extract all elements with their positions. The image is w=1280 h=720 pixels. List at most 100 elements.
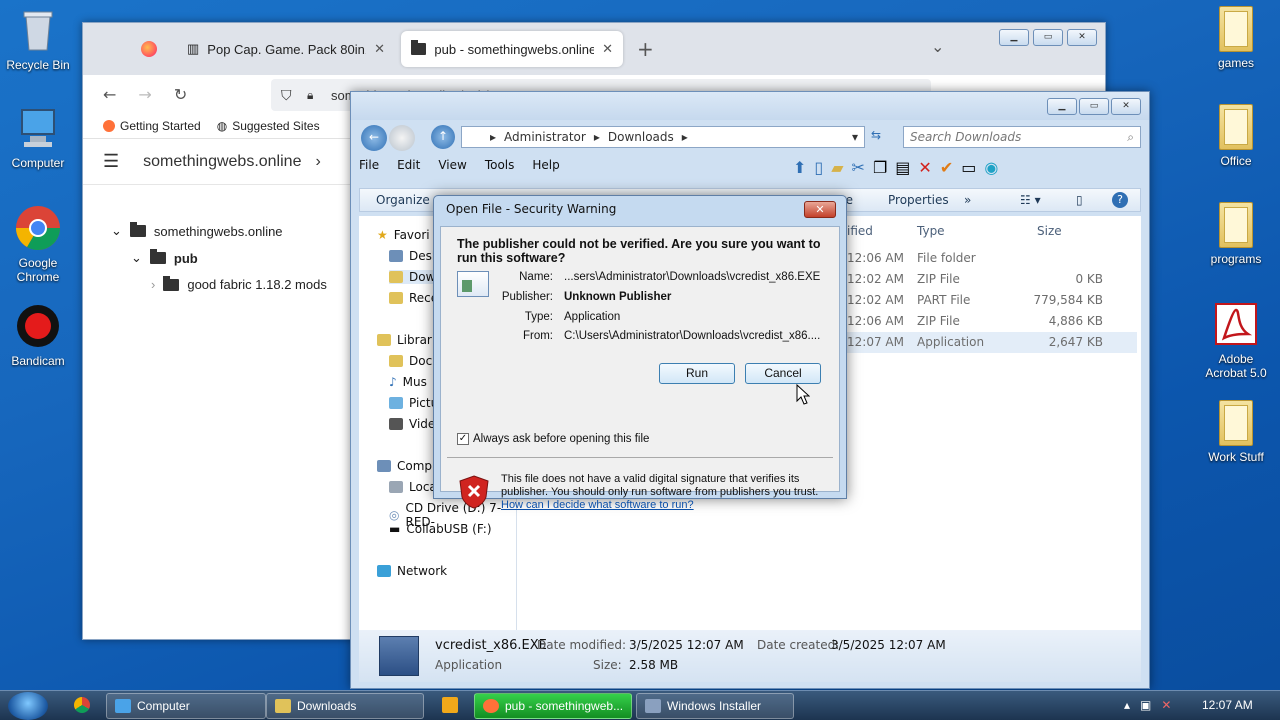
tab-pub-somethingwebs[interactable]: pub - somethingwebs.online > ✕ [401,31,623,67]
close-icon[interactable]: ✕ [1111,98,1141,115]
menu-help[interactable]: Help [532,158,559,172]
column-date-modified[interactable]: ified [847,224,873,238]
desktop-icon-adobe-acrobat[interactable]: Adobe Acrobat 5.0 [1198,300,1274,380]
clock[interactable]: 12:07 AM [1202,698,1253,712]
desktop-icon-games[interactable]: games [1198,6,1274,70]
check-icon[interactable]: ✔ [940,158,953,177]
network-icon[interactable]: ▣ [1140,698,1151,712]
desktop-icon-google-chrome[interactable]: Google Chrome [0,204,76,284]
maximize-icon[interactable]: ▭ [1033,29,1063,46]
shield-icon: ⛉ [281,86,292,103]
chevron-down-icon[interactable]: ⌄ [131,250,142,266]
nav-libraries[interactable]: Librari [377,333,435,347]
column-type[interactable]: Type [917,224,945,238]
search-icon[interactable]: ⌕ [1127,127,1134,147]
more-commands-button[interactable]: » [964,193,971,207]
upload-icon[interactable]: ⬆ [793,158,806,177]
desktop-icon-office[interactable]: Office [1198,104,1274,168]
taskbar-item-windows-installer[interactable]: Windows Installer [636,693,794,719]
address-bar[interactable]: ▸ Administrator ▸ Downloads ▸ ▾ [461,126,865,148]
chevron-down-icon[interactable]: ⌄ [931,37,944,56]
close-icon[interactable]: ✕ [1067,29,1097,46]
chevron-right-icon[interactable]: › [315,153,320,171]
taskbar-item-downloads[interactable]: Downloads [266,693,424,719]
nav-network[interactable]: Network [377,564,447,578]
back-icon[interactable]: ← [361,125,387,151]
nav-favorites[interactable]: ★ Favori [377,228,430,242]
help-link[interactable]: How can I decide what software to run? [501,499,694,511]
properties-button[interactable]: Properties [888,193,949,207]
globe-icon[interactable]: ◉ [984,158,998,177]
run-button[interactable]: Run [659,363,735,384]
delete-icon[interactable]: ✕ [918,158,931,177]
show-hidden-icons-icon[interactable]: ▴ [1124,698,1130,712]
desktop-icon-work-stuff[interactable]: Work Stuff [1198,400,1274,464]
nav-computer[interactable]: Comp [377,459,432,473]
taskbar-item-browser[interactable]: pub - somethingweb... [474,693,632,719]
chevron-right-icon[interactable]: › [151,277,155,292]
nav-music[interactable]: ♪ Mus [389,375,427,389]
refresh-icon[interactable]: ⇆ [871,128,881,142]
desktop-icon-bandicam[interactable]: Bandicam [0,302,76,368]
maximize-icon[interactable]: ▭ [1079,98,1109,115]
media-player-icon[interactable] [442,697,458,713]
taskbar-item-computer[interactable]: Computer [106,693,266,719]
up-icon[interactable]: ↑ [431,125,455,149]
pane-icon[interactable]: ▯ [814,158,823,177]
checkbox-check-icon[interactable]: ✓ [457,433,469,445]
menu-tools[interactable]: Tools [485,158,515,172]
cut-icon[interactable]: ✂ [852,158,865,177]
view-options-icon[interactable]: ☷ ▾ [1020,193,1041,207]
folder-icon[interactable]: ▰ [831,158,843,177]
menu-view[interactable]: View [438,158,466,172]
close-tab-icon[interactable]: ✕ [374,41,385,57]
nav-usb-drive[interactable]: ▬ CollabUSB (F:) [389,522,492,536]
new-tab-icon[interactable]: + [637,37,654,61]
nav-pictures[interactable]: Pictu [389,396,438,410]
firefox-icon[interactable] [141,41,157,57]
menu-edit[interactable]: Edit [397,158,420,172]
preview-pane-icon[interactable]: ▯ [1076,193,1083,207]
start-button[interactable] [8,692,48,720]
copy-icon[interactable]: ❐ [873,158,887,177]
close-tab-icon[interactable]: ✕ [602,41,613,57]
breadcrumb-administrator[interactable]: Administrator [504,130,586,144]
paste-icon[interactable]: ▤ [895,158,910,177]
tree-item-root[interactable]: ⌄ somethingwebs.online [111,222,283,239]
minimize-icon[interactable]: ▁ [999,29,1029,46]
forward-icon[interactable] [389,125,415,151]
rename-icon[interactable]: ▭ [961,158,976,177]
back-icon[interactable]: ← [103,85,116,104]
breadcrumb-downloads[interactable]: Downloads [608,130,674,144]
cancel-button[interactable]: Cancel [745,363,821,384]
chevron-down-icon[interactable]: ▾ [852,130,858,144]
tree-item-pub[interactable]: ⌄ pub [131,249,198,266]
close-icon[interactable]: ✕ [804,201,836,218]
reload-icon[interactable]: ↻ [174,85,187,104]
always-ask-checkbox[interactable]: ✓ Always ask before opening this file [457,433,649,445]
volume-icon[interactable]: ✕ [1161,698,1171,712]
bookmark-getting-started[interactable]: Getting Started [103,119,201,133]
desktop-icon-programs[interactable]: programs [1198,202,1274,266]
bookmark-suggested-sites[interactable]: ◍ Suggested Sites [217,119,320,133]
nav-downloads[interactable]: Dow [389,270,436,284]
minimize-icon[interactable]: ▁ [1047,98,1077,115]
chrome-icon[interactable] [74,697,90,713]
search-input[interactable]: Search Downloads ⌕ [903,126,1141,148]
nav-desktop[interactable]: Desk [389,249,439,263]
forward-icon[interactable]: → [138,85,151,104]
help-icon[interactable]: ? [1112,192,1128,208]
tab-popcap[interactable]: ▥ Pop Cap. Game. Pack 80in1 : n ✕ [177,31,395,67]
desktop-icon-computer[interactable]: Computer [0,104,76,170]
column-size[interactable]: Size [1037,224,1062,238]
site-title[interactable]: somethingwebs.online [143,153,301,171]
organize-button[interactable]: Organize [376,193,430,207]
nav-local-disk[interactable]: Loca [389,480,437,494]
nav-recent[interactable]: Rece [389,291,438,305]
menu-file[interactable]: File [359,158,379,172]
chevron-down-icon[interactable]: ⌄ [111,223,122,239]
desktop-icon-recycle-bin[interactable]: Recycle Bin [0,6,76,72]
hamburger-menu-icon[interactable]: ☰ [103,151,119,172]
tree-item-fabric-mods[interactable]: › good fabric 1.18.2 mods [151,275,327,292]
nav-videos[interactable]: Vide [389,417,435,431]
